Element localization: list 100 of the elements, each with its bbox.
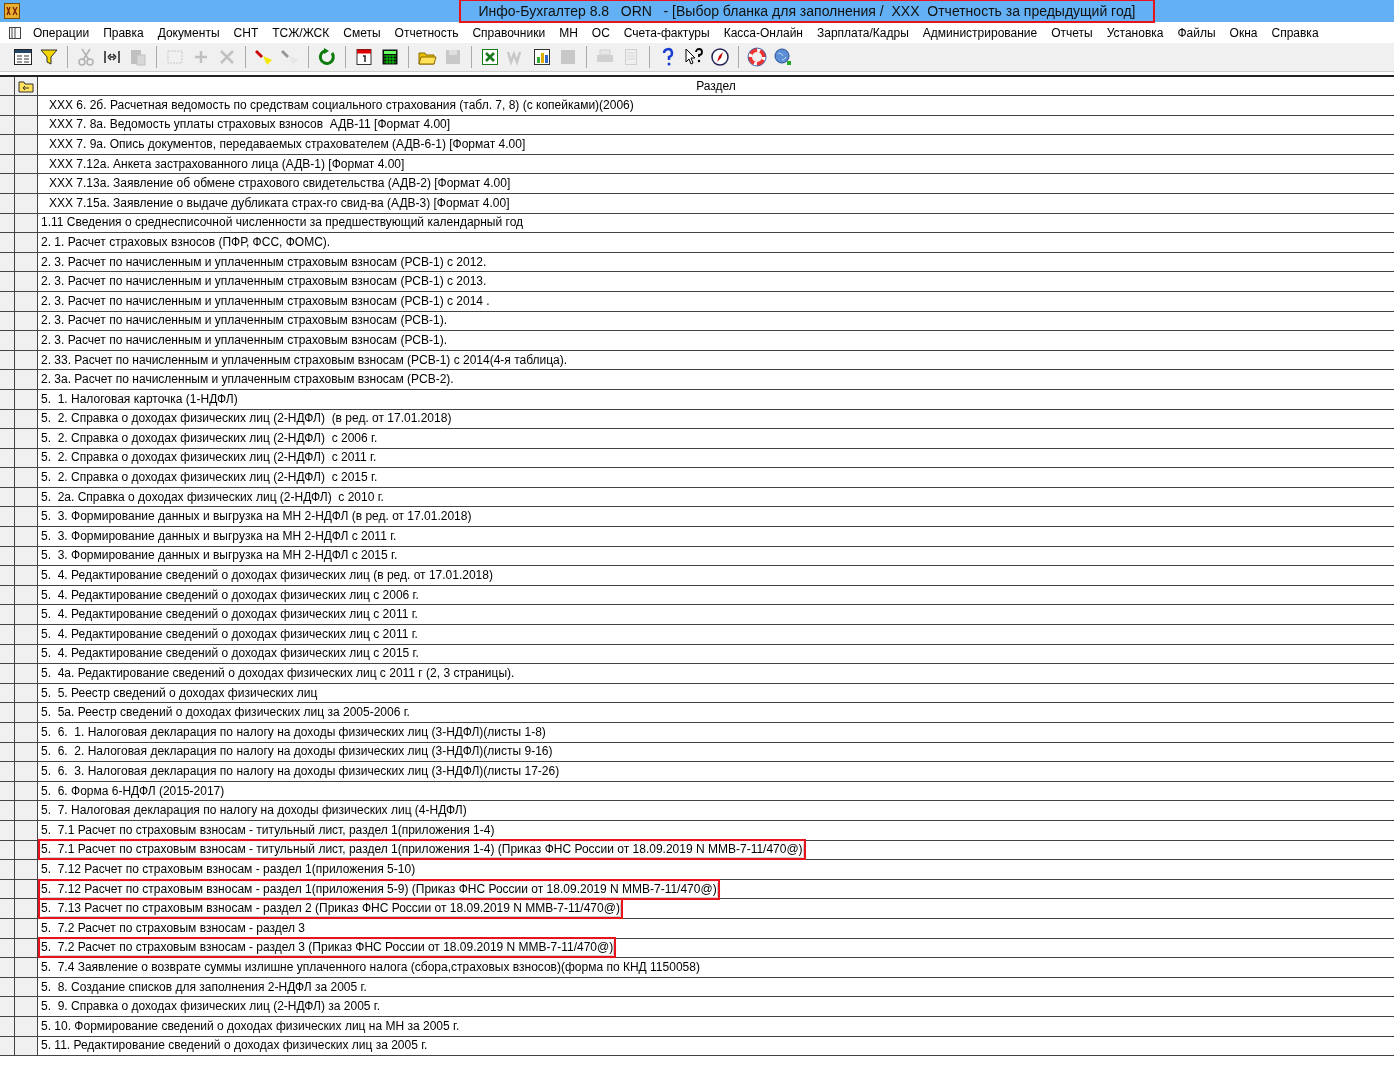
flashlight-icon[interactable] xyxy=(254,47,274,67)
table-icon[interactable] xyxy=(13,47,33,67)
row-header[interactable] xyxy=(0,272,15,291)
row-header[interactable] xyxy=(0,605,15,625)
table-cell[interactable]: 5. 3. Формирование данных и выгрузка на МН 2-НДФЛ с 2011 г. xyxy=(41,528,397,544)
row-header[interactable] xyxy=(15,429,38,448)
table-cell[interactable]: 5. 1. Налоговая карточка (1-НДФЛ) xyxy=(41,391,238,407)
menu-item[interactable]: Окна xyxy=(1222,25,1265,40)
row-header[interactable] xyxy=(0,801,15,820)
table-cell[interactable]: 2. 3. Расчет по начисленным и уплаченным страховым взносам (РСВ-1). xyxy=(41,332,447,348)
row-header[interactable] xyxy=(15,135,38,154)
menu-item[interactable]: Отчетность xyxy=(387,25,466,40)
table-cell[interactable]: 5. 7.4 Заявление о возврате суммы излишне уплаченного налога (сбора,страховых взносов)(форма по КНД 1150058) xyxy=(41,959,700,975)
filter-icon[interactable] xyxy=(39,47,59,67)
table-cell[interactable]: 5. 9. Справка о доходах физических лиц (2-НДФЛ) за 2005 г. xyxy=(41,999,381,1015)
table-cell[interactable]: 5. 4. Редактирование сведений о доходах физических лиц с 2011 г. xyxy=(41,607,418,623)
table-cell[interactable]: 2. 3. Расчет по начисленным и уплаченным страховым взносам (РСВ-1). xyxy=(41,313,447,329)
row-header[interactable] xyxy=(0,703,15,722)
table-cell[interactable]: 5. 11. Редактирование сведений о доходах физических лиц за 2005 г. xyxy=(41,1038,428,1054)
row-header[interactable] xyxy=(15,507,38,527)
pointer-help-icon[interactable] xyxy=(684,47,704,67)
menu-item[interactable]: Счета-фактуры xyxy=(616,25,717,40)
row-header[interactable] xyxy=(0,429,15,448)
chart-icon[interactable] xyxy=(532,47,552,67)
row-header[interactable] xyxy=(0,233,15,252)
table-cell[interactable]: 1.11 Сведения о среднесписочной численности за предшествующий календарный год xyxy=(41,215,524,231)
row-header[interactable] xyxy=(0,507,15,527)
menu-item[interactable]: Операции xyxy=(26,25,97,40)
menu-item[interactable]: Зарплата/Кадры xyxy=(809,25,916,40)
row-header[interactable] xyxy=(15,958,38,977)
table-cell[interactable]: XXX 7. 9а. Опись документов, передаваемых страхователем (АДВ-6-1) [Формат 4.00] xyxy=(49,137,526,152)
row-header[interactable] xyxy=(15,566,38,585)
table-cell[interactable]: 5. 8. Создание списков для заполнения 2-НДФЛ за 2005 г. xyxy=(41,979,367,995)
table-cell[interactable]: 5. 2. Справка о доходах физических лиц (2-НДФЛ) с 2006 г. xyxy=(41,430,378,446)
menu-item[interactable]: Правка xyxy=(96,25,151,40)
row-header[interactable] xyxy=(0,664,15,683)
table-cell[interactable]: XXX 7.12а. Анкета застрахованного лица (АДВ-1) [Формат 4.00] xyxy=(49,156,405,172)
row-header[interactable] xyxy=(0,370,15,389)
table-cell[interactable]: XXX 7.13а. Заявление об обмене страхового свидетельства (АДВ-2) [Формат 4.00] xyxy=(49,176,511,192)
row-header[interactable] xyxy=(0,527,15,546)
row-header[interactable] xyxy=(15,174,38,193)
table-cell[interactable]: 5. 4а. Редактирование сведений о доходах физических лиц с 2011 г (2, 3 страницы). xyxy=(41,666,515,681)
row-header[interactable] xyxy=(0,174,15,193)
row-header[interactable] xyxy=(15,370,38,389)
row-header[interactable] xyxy=(15,899,38,918)
row-header[interactable] xyxy=(15,272,38,291)
table-cell[interactable]: 5. 6. 2. Налоговая декларация по налогу на доходы физических лиц (3-НДФЛ)(листы 9-16) xyxy=(41,744,553,760)
calendar-icon[interactable] xyxy=(354,47,374,67)
menu-item[interactable]: Справка xyxy=(1264,25,1326,40)
row-header[interactable] xyxy=(0,96,15,115)
row-header[interactable] xyxy=(0,566,15,585)
document-icon[interactable] xyxy=(8,25,22,40)
menu-item[interactable]: Касса-Онлайн xyxy=(716,25,810,40)
table-cell[interactable]: 5. 2. Справка о доходах физических лиц (2-НДФЛ) (в ред. от 17.01.2018) xyxy=(41,411,452,427)
row-header[interactable] xyxy=(0,135,15,154)
row-header[interactable] xyxy=(15,331,38,350)
row-header[interactable] xyxy=(0,958,15,977)
menu-item[interactable]: СНТ xyxy=(226,25,266,40)
globe-icon[interactable] xyxy=(773,47,793,67)
table-cell[interactable]: 5. 5а. Реестр сведений о доходах физических лиц за 2005-2006 г. xyxy=(41,705,410,721)
table-cell[interactable]: 2. 33. Расчет по начисленным и уплаченным страховым взносам (РСВ-1) с 2014(4-я таблица). xyxy=(41,352,568,368)
table-cell[interactable]: 5. 2. Справка о доходах физических лиц (2-НДФЛ) с 2015 г. xyxy=(41,470,378,486)
menu-item[interactable]: Сметы xyxy=(336,25,388,40)
table-cell[interactable]: 5. 7.1 Расчет по страховым взносам - титульный лист, раздел 1(приложения 1-4) xyxy=(41,822,495,838)
row-header[interactable] xyxy=(0,331,15,350)
row-header[interactable] xyxy=(0,762,15,781)
table-cell[interactable]: 5. 3. Формирование данных и выгрузка на МН 2-НДФЛ (в ред. от 17.01.2018) xyxy=(41,509,472,525)
table-cell[interactable]: XXX 7. 8а. Ведомость уплаты страховых взносов АДВ-11 [Формат 4.00] xyxy=(49,117,451,133)
table-cell[interactable]: 5. 6. 3. Налоговая декларация по налогу на доходы физических лиц (3-НДФЛ)(листы 17-26) xyxy=(41,764,560,779)
spreadsheet-icon[interactable] xyxy=(480,47,500,67)
menu-item[interactable]: Отчеты xyxy=(1044,25,1100,40)
row-header[interactable] xyxy=(0,723,15,742)
row-header[interactable] xyxy=(15,527,38,546)
row-header[interactable] xyxy=(0,625,15,644)
compass-icon[interactable] xyxy=(710,47,730,67)
row-header[interactable] xyxy=(0,997,15,1016)
row-header[interactable] xyxy=(15,997,38,1016)
row-header[interactable] xyxy=(15,605,38,625)
table-cell[interactable]: 2. 3. Расчет по начисленным и уплаченным страховым взносам (РСВ-1) с 2012. xyxy=(41,254,487,270)
table-cell[interactable]: 2. 3а. Расчет по начисленным и уплаченным страховым взносам (РСВ-2). xyxy=(41,372,454,388)
table-cell[interactable]: XXX 6. 2б. Расчетная ведомость по средствам социального страхования (табл. 7, 8) (с копейками)(2006) xyxy=(49,97,634,113)
row-header[interactable] xyxy=(15,625,38,644)
row-header[interactable] xyxy=(15,860,38,879)
row-header[interactable] xyxy=(15,96,38,115)
row-header[interactable] xyxy=(15,801,38,820)
table-cell[interactable]: 2. 3. Расчет по начисленным и уплаченным страховым взносам (РСВ-1) с 2013. xyxy=(41,274,487,290)
table-cell[interactable]: 5. 6. Форма 6-НДФЛ (2015-2017) xyxy=(41,783,225,799)
table-cell[interactable]: 5. 4. Редактирование сведений о доходах физических лиц с 2006 г. xyxy=(41,587,419,603)
menu-item[interactable]: Справочники xyxy=(465,25,553,40)
table-cell[interactable]: 5. 4. Редактирование сведений о доходах физических лиц (в ред. от 17.01.2018) xyxy=(41,568,493,584)
row-header[interactable] xyxy=(15,723,38,742)
menu-item[interactable]: МН xyxy=(552,25,585,40)
table-cell[interactable]: 5. 4. Редактирование сведений о доходах физических лиц с 2015 г. xyxy=(41,646,419,662)
calculator-icon[interactable] xyxy=(380,47,400,67)
table-cell[interactable]: XXX 7.15а. Заявление о выдаче дубликата страх-го свид-ва (АДВ-3) [Формат 4.00] xyxy=(49,195,510,211)
menu-item[interactable]: ОС xyxy=(584,25,617,40)
row-header[interactable] xyxy=(15,468,38,487)
table-cell[interactable]: 5. 7.13 Расчет по страховым взносам - раздел 2 (Приказ ФНС России от 18.09.2019 N ММВ-7-11/470@) xyxy=(41,901,620,917)
table-cell[interactable]: 5. 3. Формирование данных и выгрузка на МН 2-НДФЛ с 2015 г. xyxy=(41,548,398,564)
row-header[interactable] xyxy=(0,468,15,487)
